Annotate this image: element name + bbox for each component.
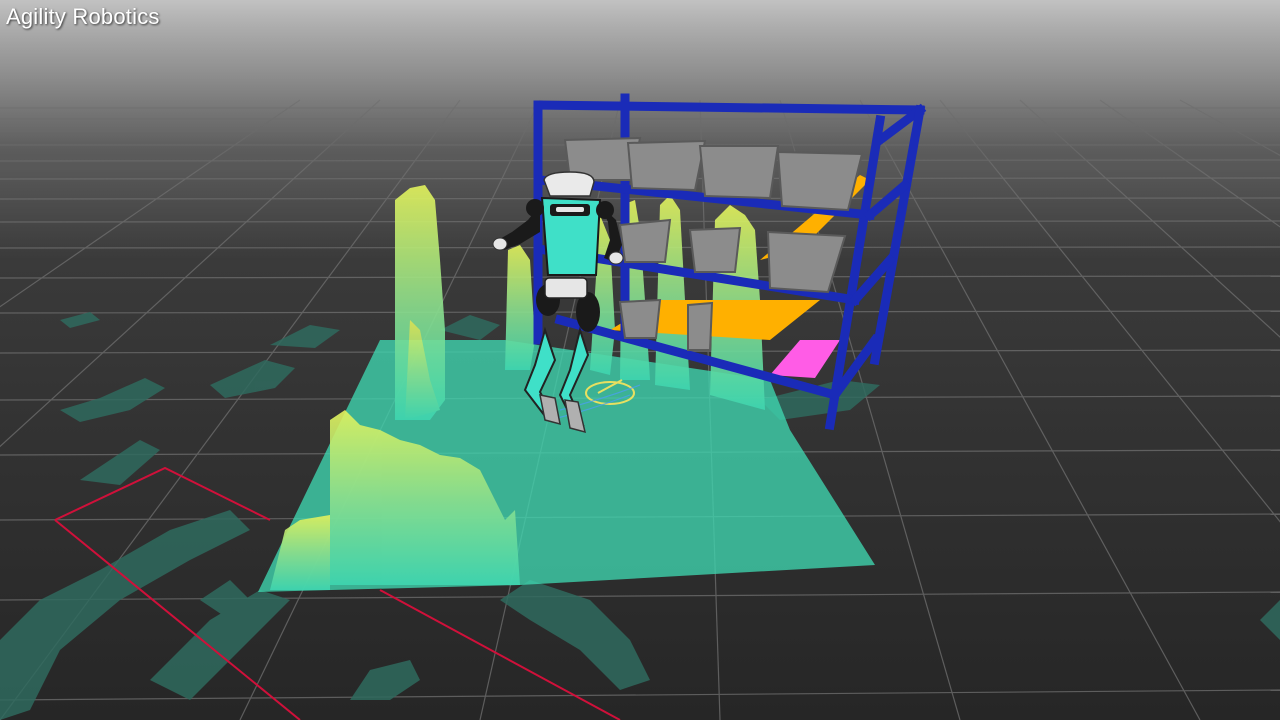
brand-watermark: Agility Robotics bbox=[6, 4, 160, 29]
bin-low-2 bbox=[687, 301, 714, 351]
scene-canvas bbox=[0, 0, 1280, 720]
bin-top-4 bbox=[776, 150, 864, 212]
marker-pad-pink bbox=[770, 340, 840, 378]
3d-viewport[interactable]: Agility Robotics bbox=[0, 0, 1280, 720]
bin-top-3 bbox=[698, 145, 780, 200]
bin-mid-2 bbox=[688, 226, 742, 273]
bin-top-2 bbox=[626, 139, 707, 192]
bin-mid-1 bbox=[618, 218, 672, 263]
bin-low-1 bbox=[618, 298, 662, 339]
robot-head bbox=[543, 171, 595, 197]
